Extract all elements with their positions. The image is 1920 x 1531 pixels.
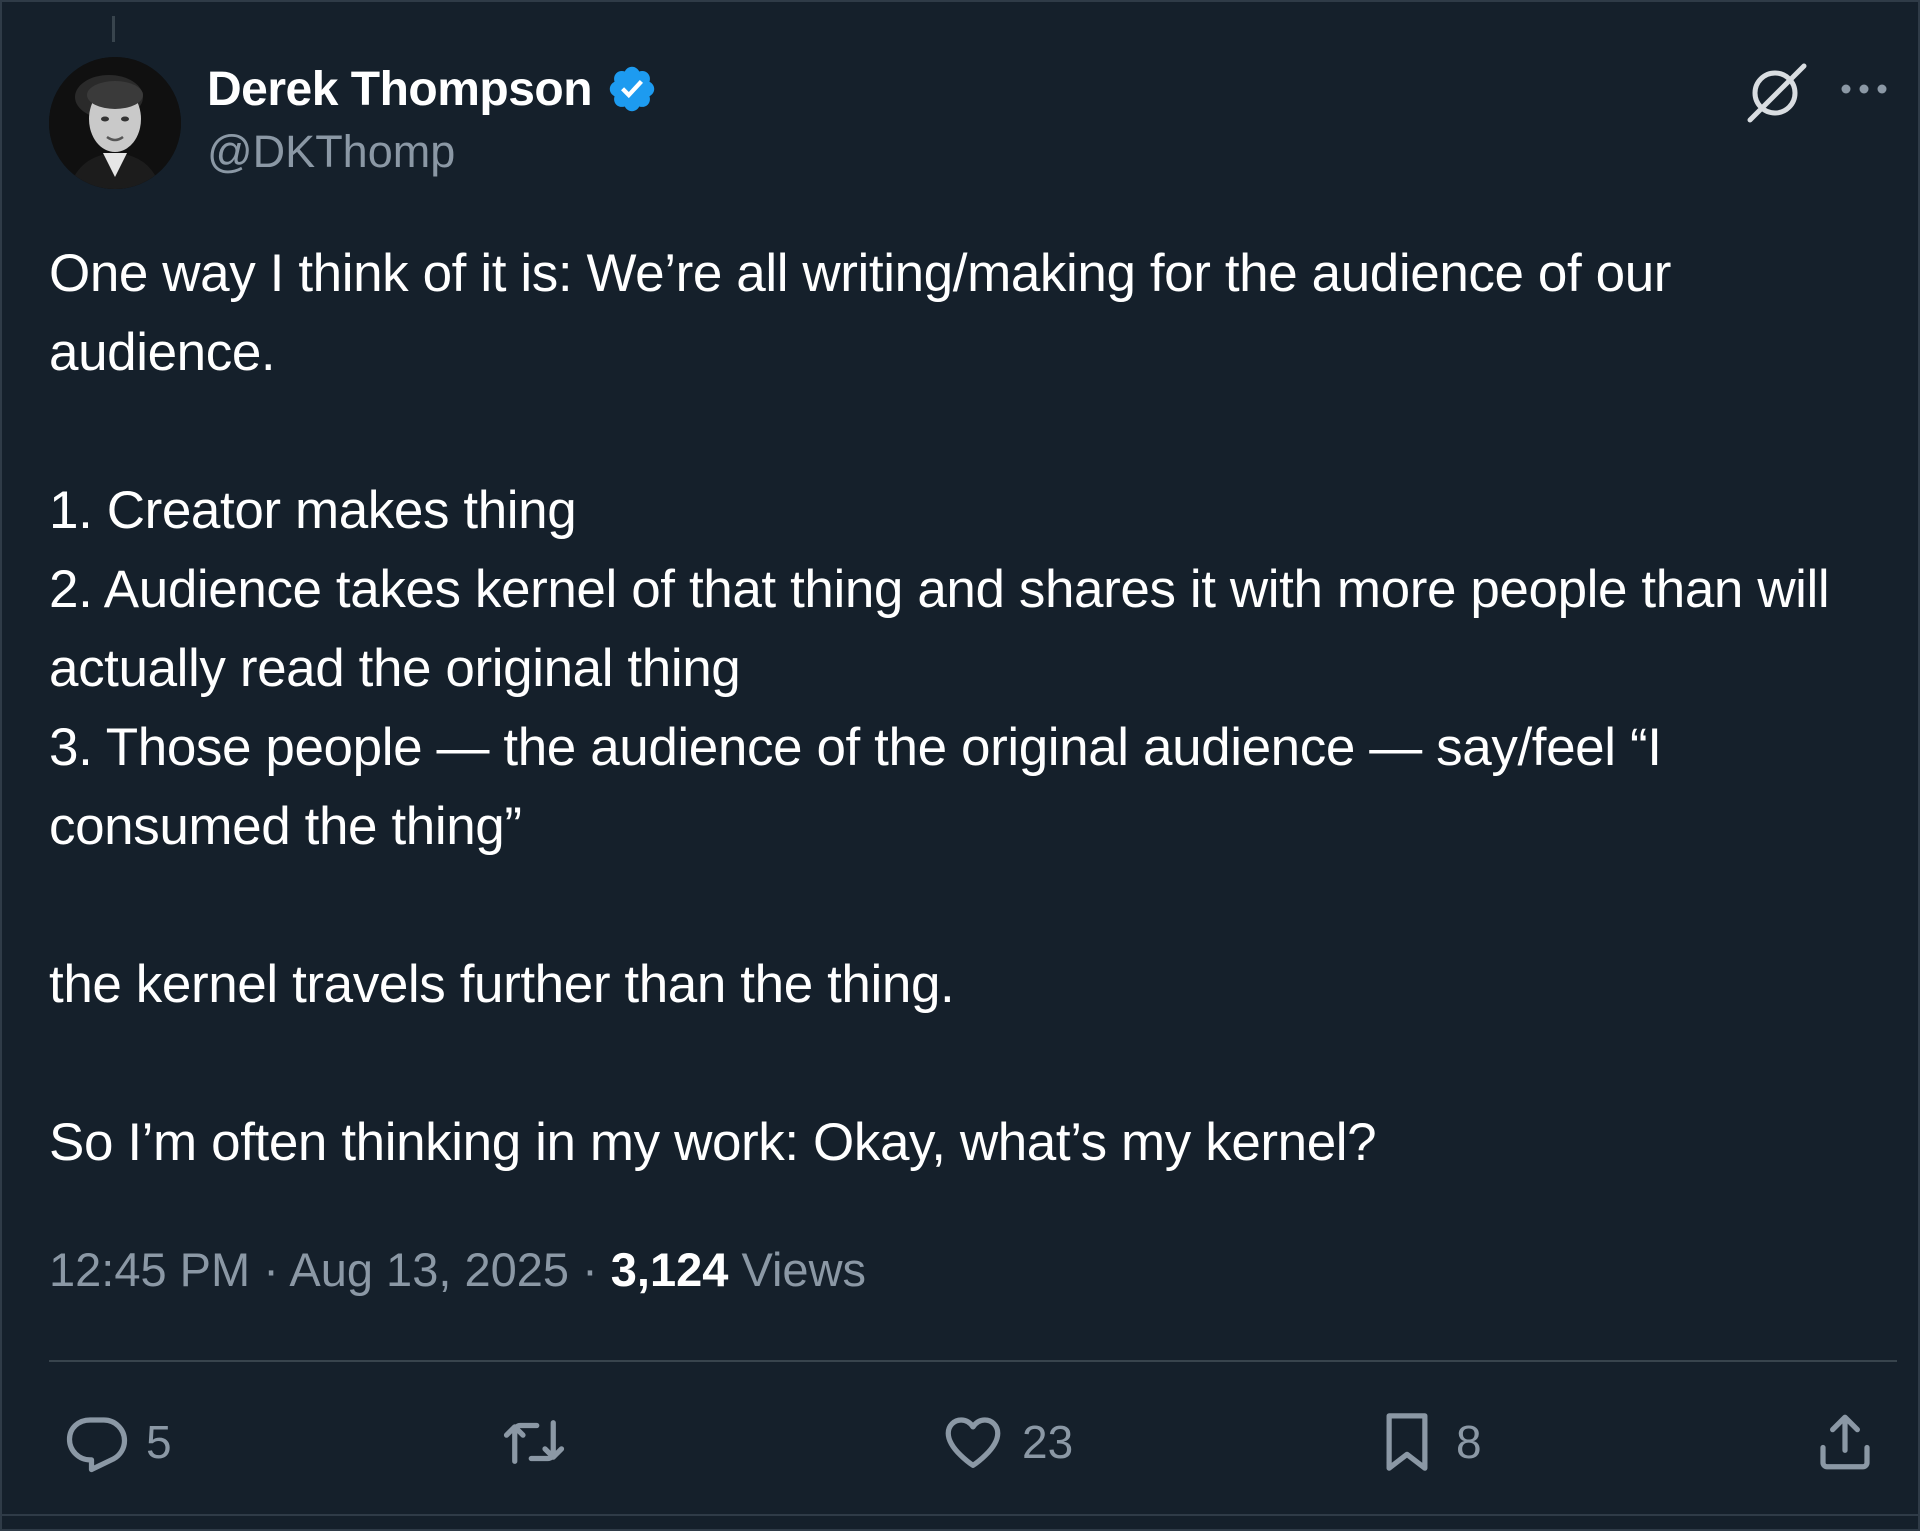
thread-line [112, 16, 115, 42]
like-button[interactable]: 23 [940, 1402, 1073, 1482]
bottom-border [2, 1514, 1920, 1516]
tweet-time[interactable]: 12:45 PM [49, 1243, 250, 1296]
bookmark-button[interactable]: 8 [1374, 1402, 1482, 1482]
tweet-date[interactable]: Aug 13, 2025 [289, 1243, 569, 1296]
meta-separator: · [263, 1243, 279, 1296]
divider [49, 1360, 1897, 1362]
bookmark-icon [1386, 1413, 1428, 1471]
tweet-card: Derek Thompson @DKThomp One way I think … [0, 0, 1920, 1531]
tweet-meta: 12:45 PM · Aug 13, 2025 · 3,124 Views [49, 1242, 866, 1297]
reply-button[interactable]: 5 [64, 1402, 172, 1482]
grok-icon[interactable] [1742, 60, 1812, 124]
reply-count: 5 [146, 1416, 172, 1468]
more-icon[interactable] [1836, 72, 1892, 106]
views-label: Views [741, 1243, 867, 1296]
author-name-row[interactable]: Derek Thompson [207, 59, 658, 119]
avatar[interactable] [49, 57, 181, 189]
meta-separator: · [582, 1243, 598, 1296]
repost-icon [503, 1420, 565, 1464]
author-display-name[interactable]: Derek Thompson [207, 62, 593, 117]
author-handle[interactable]: @DKThomp [207, 126, 455, 178]
bookmark-count: 8 [1456, 1416, 1482, 1468]
repost-button[interactable] [499, 1402, 585, 1482]
share-button[interactable] [1812, 1402, 1878, 1482]
views-count: 3,124 [610, 1243, 729, 1296]
heart-icon [945, 1417, 1001, 1468]
tweet-text: One way I think of it is: We’re all writ… [49, 244, 1830, 1172]
action-bar: 5 23 8 [2, 1402, 1920, 1482]
like-count: 23 [1022, 1416, 1074, 1468]
share-icon [1820, 1414, 1870, 1470]
reply-icon [66, 1417, 128, 1473]
verified-badge-icon [609, 66, 655, 112]
